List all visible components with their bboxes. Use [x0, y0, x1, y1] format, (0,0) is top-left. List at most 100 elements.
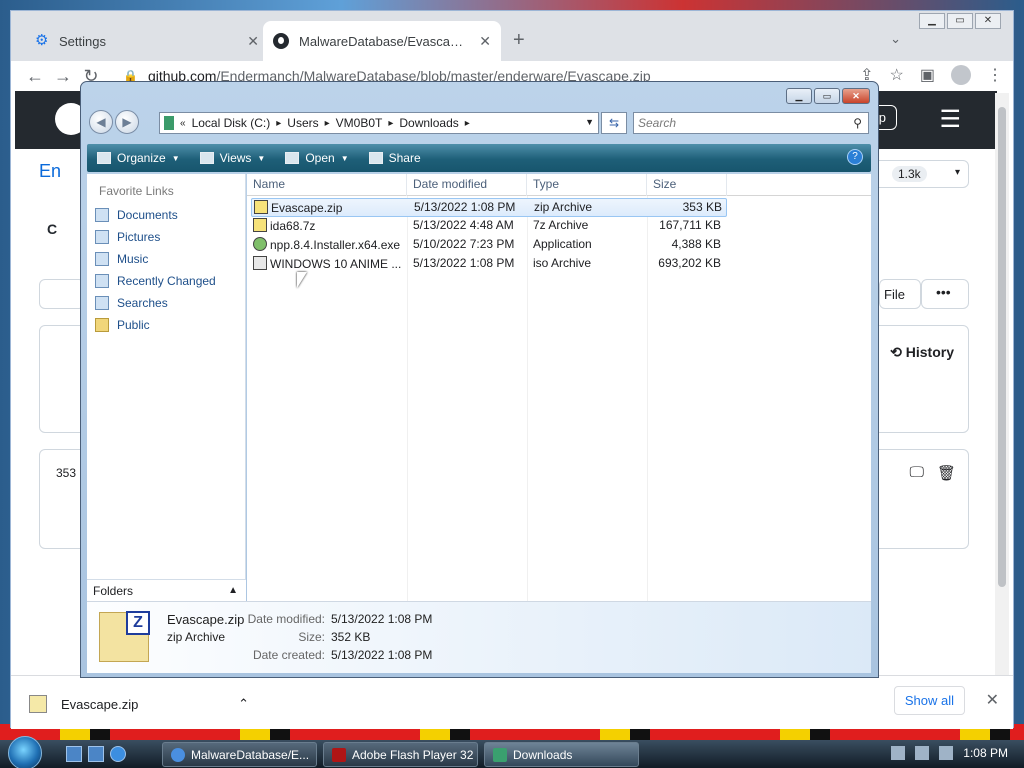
- back-icon[interactable]: ←: [21, 66, 49, 87]
- nav-link-music[interactable]: Music: [95, 252, 148, 266]
- desktop-icon[interactable]: 🖵: [910, 464, 924, 481]
- scrollbar-thumb[interactable]: [998, 107, 1006, 587]
- file-button[interactable]: File: [879, 279, 921, 309]
- switch-windows-icon[interactable]: [88, 746, 104, 762]
- download-item[interactable]: Evascape.zip ⌃: [29, 688, 249, 720]
- recent-icon: [95, 274, 109, 288]
- menu-icon[interactable]: ⋮: [987, 65, 1003, 85]
- more-button[interactable]: •••: [921, 279, 969, 309]
- close-icon[interactable]: ✕: [479, 33, 491, 50]
- star-icon[interactable]: ☆: [890, 65, 904, 85]
- column-size[interactable]: Size: [647, 174, 727, 196]
- column-name[interactable]: Name: [247, 174, 407, 196]
- sidepanel-icon[interactable]: ▣: [920, 65, 935, 85]
- chevron-down-icon: ▼: [340, 153, 349, 163]
- file-size: 353 KB: [682, 200, 722, 214]
- chevron-up-icon[interactable]: ⌃: [238, 696, 249, 712]
- new-tab-button[interactable]: +: [513, 29, 525, 52]
- folders-toggle[interactable]: Folders ▲: [87, 579, 246, 603]
- views-icon: [199, 152, 214, 164]
- nav-link-pictures[interactable]: Pictures: [95, 230, 160, 244]
- file-row[interactable]: WINDOWS 10 ANIME ... 5/13/2022 1:08 PM i…: [251, 255, 727, 274]
- avatar[interactable]: [951, 65, 971, 85]
- file-row[interactable]: npp.8.4.Installer.x64.exe 5/10/2022 7:23…: [251, 236, 727, 255]
- file-name: npp.8.4.Installer.x64.exe: [270, 238, 401, 252]
- network-icon[interactable]: [891, 746, 906, 760]
- chevron-left-icon[interactable]: «: [180, 118, 186, 129]
- chevron-right-icon[interactable]: ▸: [388, 118, 393, 129]
- help-icon[interactable]: ?: [847, 149, 863, 165]
- details-date-created-label: Date created:: [252, 648, 325, 662]
- nav-link-public[interactable]: Public: [95, 318, 150, 332]
- tab-github[interactable]: MalwareDatabase/Evascape.zip a ✕: [263, 21, 501, 61]
- tab-search-icon[interactable]: ⌄: [890, 31, 901, 47]
- show-all-button[interactable]: Show all: [893, 686, 965, 715]
- hamburger-icon[interactable]: ☰: [939, 105, 961, 134]
- pictures-icon: [95, 230, 109, 244]
- search-input[interactable]: Search ⚲: [633, 112, 869, 134]
- chevron-down-icon[interactable]: ▼: [585, 117, 594, 127]
- column-date-modified[interactable]: Date modified: [407, 174, 527, 196]
- tab-code[interactable]: C: [47, 221, 57, 237]
- show-desktop-icon[interactable]: [66, 746, 82, 762]
- nav-link-label: Documents: [117, 208, 178, 222]
- search-icon[interactable]: ⚲: [853, 113, 862, 133]
- explorer-address-bar[interactable]: « Local Disk (C:) ▸ Users ▸ VM0B0T ▸ Dow…: [159, 112, 599, 134]
- file-row[interactable]: ida68.7z 5/13/2022 4:48 AM 7z Archive 16…: [251, 217, 727, 236]
- star-counter[interactable]: 1.3k ▾: [871, 160, 969, 188]
- chevron-right-icon[interactable]: ▸: [325, 118, 330, 129]
- taskbar-button-flash[interactable]: Adobe Flash Player 32: [323, 742, 478, 767]
- refresh-icon[interactable]: ⇆: [601, 112, 627, 134]
- forward-icon[interactable]: →: [49, 66, 77, 87]
- nav-link-documents[interactable]: Documents: [95, 208, 178, 222]
- forward-icon[interactable]: ▶: [115, 110, 139, 134]
- minimize-button[interactable]: ▁: [786, 88, 812, 104]
- back-icon[interactable]: ◀: [89, 110, 113, 134]
- chevron-right-icon[interactable]: ▸: [276, 118, 281, 129]
- nav-link-searches[interactable]: Searches: [95, 296, 168, 310]
- views-button[interactable]: Views ▼: [190, 144, 276, 172]
- open-button[interactable]: Open ▼: [275, 144, 358, 172]
- breadcrumb-item[interactable]: Local Disk (C:): [192, 116, 271, 130]
- share-label: Share: [388, 151, 421, 165]
- file-list: Name Date modified Type Size Evascape.zi…: [247, 174, 871, 601]
- nav-link-label: Searches: [117, 296, 168, 310]
- breadcrumb-item[interactable]: Downloads: [399, 116, 458, 130]
- start-button[interactable]: [8, 736, 42, 768]
- maximize-button[interactable]: ▭: [947, 13, 973, 29]
- window-controls: ▁ ▭ ✕: [919, 13, 1001, 29]
- trash-icon[interactable]: 🗑: [937, 464, 956, 482]
- history-link[interactable]: ⟲ History: [890, 344, 954, 361]
- taskbar-button-chrome[interactable]: MalwareDatabase/E...: [162, 742, 317, 767]
- branch-button[interactable]: [39, 279, 85, 309]
- breadcrumb-item[interactable]: VM0B0T: [336, 116, 383, 130]
- file-size: 167,711 KB: [659, 218, 721, 232]
- column-type[interactable]: Type: [527, 174, 647, 196]
- file-date: 5/13/2022 1:08 PM: [414, 200, 516, 214]
- breadcrumb-item[interactable]: Users: [287, 116, 318, 130]
- chevron-right-icon[interactable]: ▸: [465, 118, 470, 129]
- taskbar-button-downloads[interactable]: Downloads: [484, 742, 639, 767]
- file-date: 5/13/2022 4:48 AM: [413, 218, 514, 232]
- close-button[interactable]: ✕: [975, 13, 1001, 29]
- close-button[interactable]: ✕: [842, 88, 870, 104]
- close-icon[interactable]: ✕: [247, 33, 259, 50]
- tab-settings[interactable]: ⚙ Settings ✕: [25, 21, 269, 61]
- minimize-button[interactable]: ▁: [919, 13, 945, 29]
- organize-button[interactable]: Organize ▼: [87, 144, 190, 172]
- views-label: Views: [219, 151, 252, 165]
- page-scrollbar[interactable]: [995, 93, 1009, 675]
- mouse-cursor-icon: [297, 272, 307, 288]
- maximize-button[interactable]: ▭: [814, 88, 840, 104]
- nav-link-recently-changed[interactable]: Recently Changed: [95, 274, 216, 288]
- volume-icon[interactable]: [939, 746, 954, 760]
- repo-title[interactable]: En: [39, 161, 61, 182]
- clock[interactable]: 1:08 PM: [963, 746, 1008, 760]
- file-row[interactable]: Evascape.zip 5/13/2022 1:08 PM zip Archi…: [251, 198, 727, 217]
- internet-explorer-icon[interactable]: [110, 746, 126, 762]
- monitor-icon[interactable]: [915, 746, 930, 760]
- 7z-file-icon: [253, 218, 267, 232]
- share-button[interactable]: Share: [359, 144, 431, 172]
- close-icon[interactable]: ✕: [986, 690, 999, 710]
- details-type: zip Archive: [167, 630, 226, 644]
